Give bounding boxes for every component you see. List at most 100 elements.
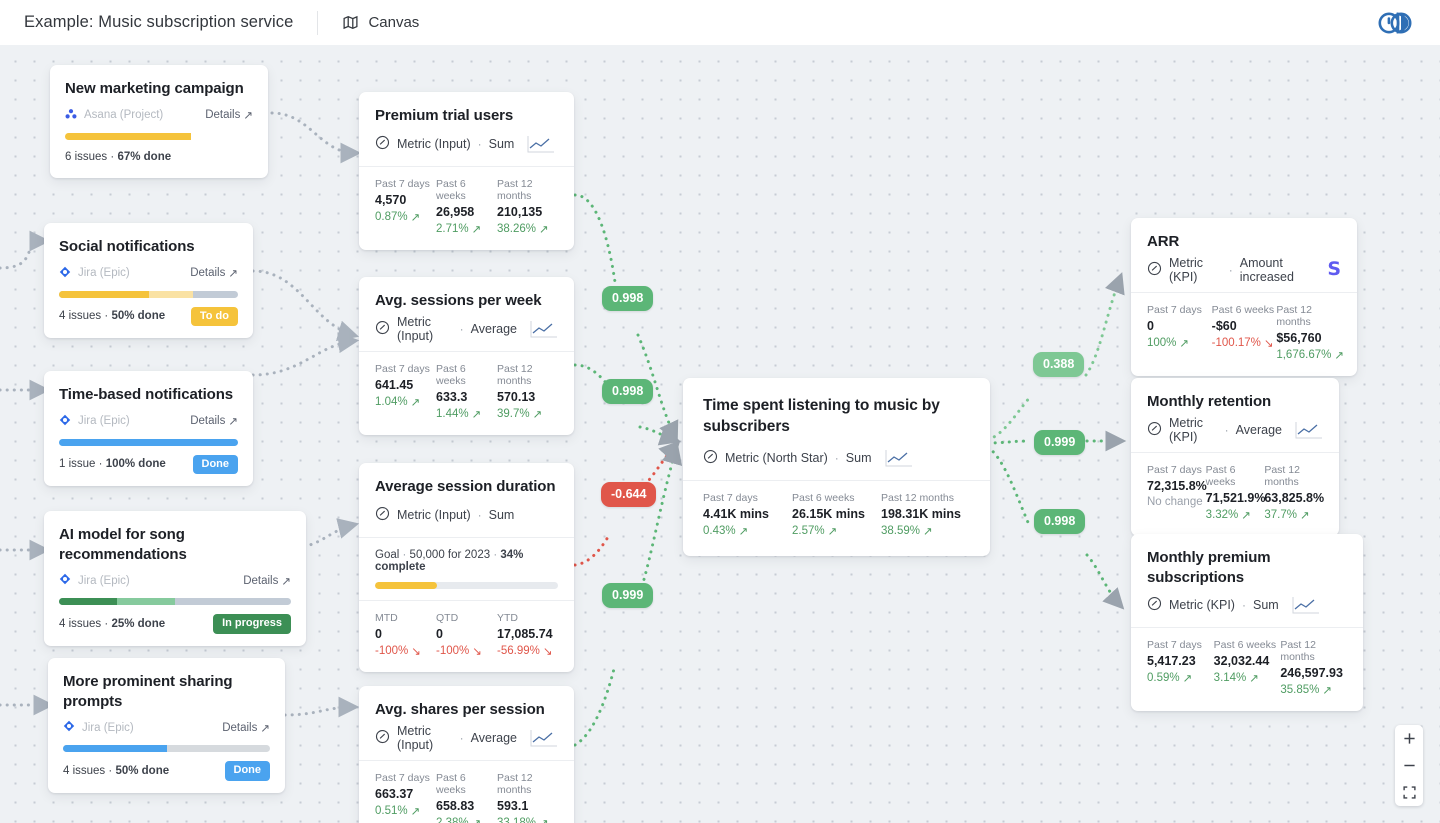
gauge-icon [1147, 421, 1162, 439]
correlation-badge[interactable]: 0.998 [602, 286, 653, 311]
period-delta: 1.04%↗ [375, 395, 436, 409]
card-footer: 4 issues · 50% done Done [63, 761, 270, 781]
period-label: Past 7 days [1147, 639, 1214, 651]
separator: · [104, 310, 108, 322]
done-percent: 50% done [111, 310, 165, 322]
separator: · [99, 458, 103, 470]
metric-card[interactable]: Avg. shares per session Metric (Input) ·… [359, 686, 574, 823]
trend-up-icon: ↗ [411, 210, 421, 224]
metric-type: Metric (Input) [397, 137, 471, 151]
progress-bar [65, 133, 253, 140]
period-label: Past 7 days [1147, 464, 1206, 476]
period-label: Past 6 weeks [1206, 464, 1265, 488]
page-title: Example: Music subscription service [24, 13, 293, 32]
trend-up-icon: ↗ [472, 222, 482, 236]
card-meta: Jira (Epic) Details ↗ [63, 720, 270, 735]
sparkline-icon[interactable] [1295, 421, 1323, 439]
kpi-card[interactable]: ARR Metric (KPI) · Amount increased S Pa… [1131, 218, 1357, 376]
kpi-card[interactable]: Monthly premium subscriptions Metric (KP… [1131, 534, 1363, 711]
metric-agg: Sum [489, 137, 515, 151]
correlation-badge[interactable]: 0.388 [1033, 352, 1084, 377]
work-item-card[interactable]: Social notifications Jira (Epic) Details… [44, 223, 253, 338]
metric-card[interactable]: Avg. sessions per week Metric (Input) · … [359, 277, 574, 435]
work-item-card[interactable]: More prominent sharing prompts Jira (Epi… [48, 658, 285, 793]
jira-icon [59, 573, 71, 588]
gauge-icon [375, 320, 390, 338]
fit-screen-icon[interactable] [1395, 779, 1423, 806]
work-item-card[interactable]: New marketing campaign Asana (Project) D… [50, 65, 268, 178]
metric-column: Past 7 days 0 100%↗ [1147, 304, 1212, 362]
sparkline-icon[interactable] [530, 729, 558, 747]
period-value: 17,085.74 [497, 627, 558, 641]
done-percent: 50% done [115, 765, 169, 777]
progress-segment [59, 439, 238, 446]
sparkline-icon[interactable] [527, 135, 555, 153]
metric-subtitle: Metric (KPI) · Sum [1147, 594, 1347, 616]
work-source-label: Jira (Epic) [78, 575, 130, 587]
period-delta: 39.7%↗ [497, 407, 558, 421]
sparkline-icon[interactable] [885, 449, 913, 467]
zoom-in-button[interactable] [1395, 725, 1423, 752]
details-link[interactable]: Details ↗ [190, 414, 238, 428]
metric-column: Past 7 days 4,570 0.87%↗ [375, 178, 436, 236]
work-source-label: Jira (Epic) [78, 267, 130, 279]
metric-column: Past 7 days 5,417.23 0.59%↗ [1147, 639, 1214, 697]
card-title: Avg. shares per session [375, 700, 558, 720]
correlation-badge[interactable]: -0.644 [601, 482, 656, 507]
card-footer: 4 issues · 25% done In progress [59, 614, 291, 634]
progress-bar [63, 745, 270, 752]
stripe-icon[interactable]: S [1327, 260, 1341, 279]
correlation-badge[interactable]: 0.998 [1034, 509, 1085, 534]
zoom-controls[interactable] [1395, 725, 1423, 806]
trend-down-icon: ↘ [543, 644, 553, 658]
sparkline-icon[interactable] [1292, 596, 1320, 614]
correlation-badge[interactable]: 0.998 [602, 379, 653, 404]
external-link-icon: ↗ [228, 266, 238, 280]
kpi-card[interactable]: Monthly retention Metric (KPI) · Average… [1131, 378, 1339, 536]
metric-column: Past 6 weeks 633.3 1.44%↗ [436, 363, 497, 421]
north-star-metric-card[interactable]: Time spent listening to music by subscri… [683, 378, 990, 556]
period-label: Past 12 months [497, 772, 558, 796]
period-value: 71,521.9% [1206, 491, 1265, 505]
separator: · [1242, 598, 1246, 612]
period-delta: 0.51%↗ [375, 804, 436, 818]
metric-subtitle: Metric (Input) · Average [375, 318, 558, 340]
correlation-badge[interactable]: 0.999 [602, 583, 653, 608]
brand-logo-icon[interactable] [1378, 12, 1412, 34]
gauge-icon [375, 729, 390, 747]
canvas-tab[interactable]: Canvas [342, 14, 419, 31]
work-item-card[interactable]: AI model for song recommendations Jira (… [44, 511, 306, 646]
details-link[interactable]: Details ↗ [222, 721, 270, 735]
trend-up-icon: ↗ [539, 816, 549, 823]
separator: · [1225, 423, 1229, 437]
gauge-icon [703, 449, 718, 467]
work-item-card[interactable]: Time-based notifications Jira (Epic) Det… [44, 371, 253, 486]
metric-card[interactable]: Average session duration Metric (Input) … [359, 463, 574, 672]
details-link[interactable]: Details ↗ [243, 574, 291, 588]
progress-segment [59, 291, 149, 298]
divider [359, 351, 574, 352]
trend-up-icon: ↗ [411, 395, 421, 409]
metric-type: Metric (Input) [397, 724, 453, 752]
period-delta: 0.43%↗ [703, 524, 792, 538]
details-label: Details [190, 415, 225, 427]
details-link[interactable]: Details ↗ [190, 266, 238, 280]
work-source-label: Jira (Epic) [78, 415, 130, 427]
metric-card[interactable]: Premium trial users Metric (Input) · Sum… [359, 92, 574, 250]
trend-up-icon: ↗ [472, 407, 482, 421]
metric-column: Past 12 months 198.31K mins 38.59%↗ [881, 492, 970, 538]
divider [359, 760, 574, 761]
metric-column: YTD 17,085.74 -56.99%↘ [497, 612, 558, 658]
canvas-tab-label: Canvas [368, 14, 419, 31]
trend-up-icon: ↗ [539, 222, 549, 236]
gauge-icon [375, 135, 390, 153]
canvas-surface[interactable]: New marketing campaign Asana (Project) D… [0, 45, 1440, 823]
zoom-out-button[interactable] [1395, 752, 1423, 779]
sparkline-icon[interactable] [530, 320, 558, 338]
details-link[interactable]: Details ↗ [205, 108, 253, 122]
correlation-badge[interactable]: 0.999 [1034, 430, 1085, 455]
trend-up-icon: ↗ [923, 524, 933, 538]
trend-up-icon: ↗ [1179, 336, 1189, 350]
trend-up-icon: ↗ [1249, 671, 1259, 685]
divider [1131, 627, 1363, 628]
